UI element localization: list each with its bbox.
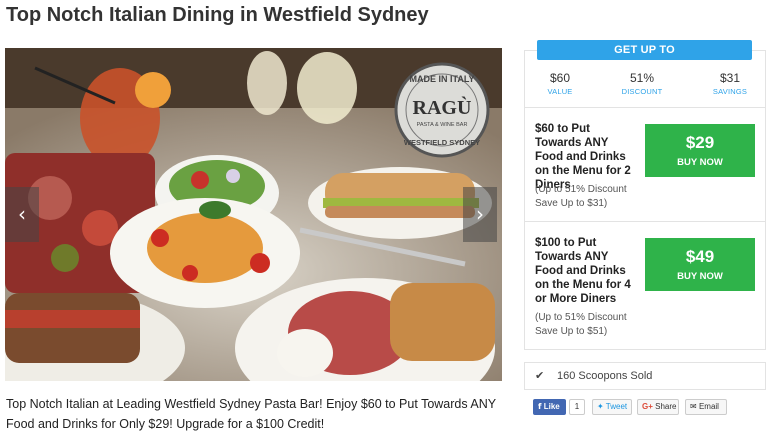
tweet-label: Tweet — [605, 402, 628, 411]
page-title: Top Notch Italian Dining in Westfield Sy… — [6, 4, 429, 26]
stat-savings-amount: $31 — [719, 71, 741, 85]
buy-now-button[interactable]: $49 BUY NOW — [645, 238, 755, 291]
stat-value-label: VALUE — [547, 87, 573, 96]
email-label: Email — [698, 402, 719, 411]
deal-option-discount-note: (Up to 51% Discount — [535, 312, 627, 323]
like-count: 1 — [569, 399, 585, 415]
deal-option-title: $60 to Put Towards ANY Food and Drinks o… — [535, 123, 631, 191]
stat-value-block: $60 VALUE — [525, 71, 595, 96]
buy-now-price: $29 — [685, 133, 715, 152]
badge-top-text: MADE IN ITALY — [409, 74, 474, 84]
carousel-prev-button[interactable]: ‹ — [5, 187, 39, 242]
twitter-icon: ✦ — [597, 402, 604, 411]
email-button[interactable]: ✉ Email — [685, 399, 727, 415]
get-up-to-banner: GET UP TO — [537, 40, 752, 60]
sold-count-box: ✔ 160 Scoopons Sold — [524, 362, 766, 390]
stat-value-amount: $60 — [549, 71, 571, 85]
deal-option: $60 to Put Towards ANY Food and Drinks o… — [524, 108, 766, 222]
deal-option-save-note: Save Up to $51) — [535, 326, 608, 337]
deal-option: $100 to Put Towards ANY Food and Drinks … — [524, 222, 766, 350]
check-icon: ✔ — [535, 369, 545, 382]
carousel-next-button[interactable]: › — [463, 187, 497, 242]
deal-option-discount-note: (Up to 51% Discount — [535, 184, 627, 195]
buy-now-label: BUY NOW — [677, 157, 723, 168]
buy-now-price: $49 — [685, 247, 715, 266]
stat-savings-label: SAVINGS — [712, 87, 748, 96]
buy-now-button[interactable]: $29 BUY NOW — [645, 124, 755, 177]
badge-brand-text: RAGÙ — [413, 95, 472, 119]
google-share-button[interactable]: G+ Share — [637, 399, 679, 415]
google-share-label: Share — [655, 402, 677, 411]
deal-photo: MADE IN ITALY RAGÙ PASTA & WINE BAR WEST… — [5, 48, 502, 381]
badge-sub-text: PASTA & WINE BAR — [417, 122, 468, 128]
deal-description: Top Notch Italian at Leading Westfield S… — [6, 397, 496, 431]
google-plus-icon: G+ — [642, 402, 653, 411]
facebook-icon: f — [538, 402, 542, 411]
buy-now-label: BUY NOW — [677, 271, 723, 282]
stat-discount-block: 51% DISCOUNT — [607, 71, 677, 96]
deal-option-save-note: Save Up to $31) — [535, 198, 608, 209]
tweet-button[interactable]: ✦ Tweet — [592, 399, 632, 415]
facebook-like-button[interactable]: f Like — [533, 399, 566, 415]
deal-option-title: $100 to Put Towards ANY Food and Drinks … — [535, 237, 631, 305]
stat-discount-label: DISCOUNT — [621, 87, 663, 96]
stat-savings-block: $31 SAVINGS — [695, 71, 765, 96]
badge-bottom-text: WESTFIELD SYDNEY — [404, 138, 480, 147]
sold-count-text: 160 Scoopons Sold — [557, 370, 653, 382]
facebook-like-label: Like — [543, 402, 560, 411]
envelope-icon: ✉ — [690, 402, 697, 411]
stat-discount-amount: 51% — [629, 71, 655, 85]
